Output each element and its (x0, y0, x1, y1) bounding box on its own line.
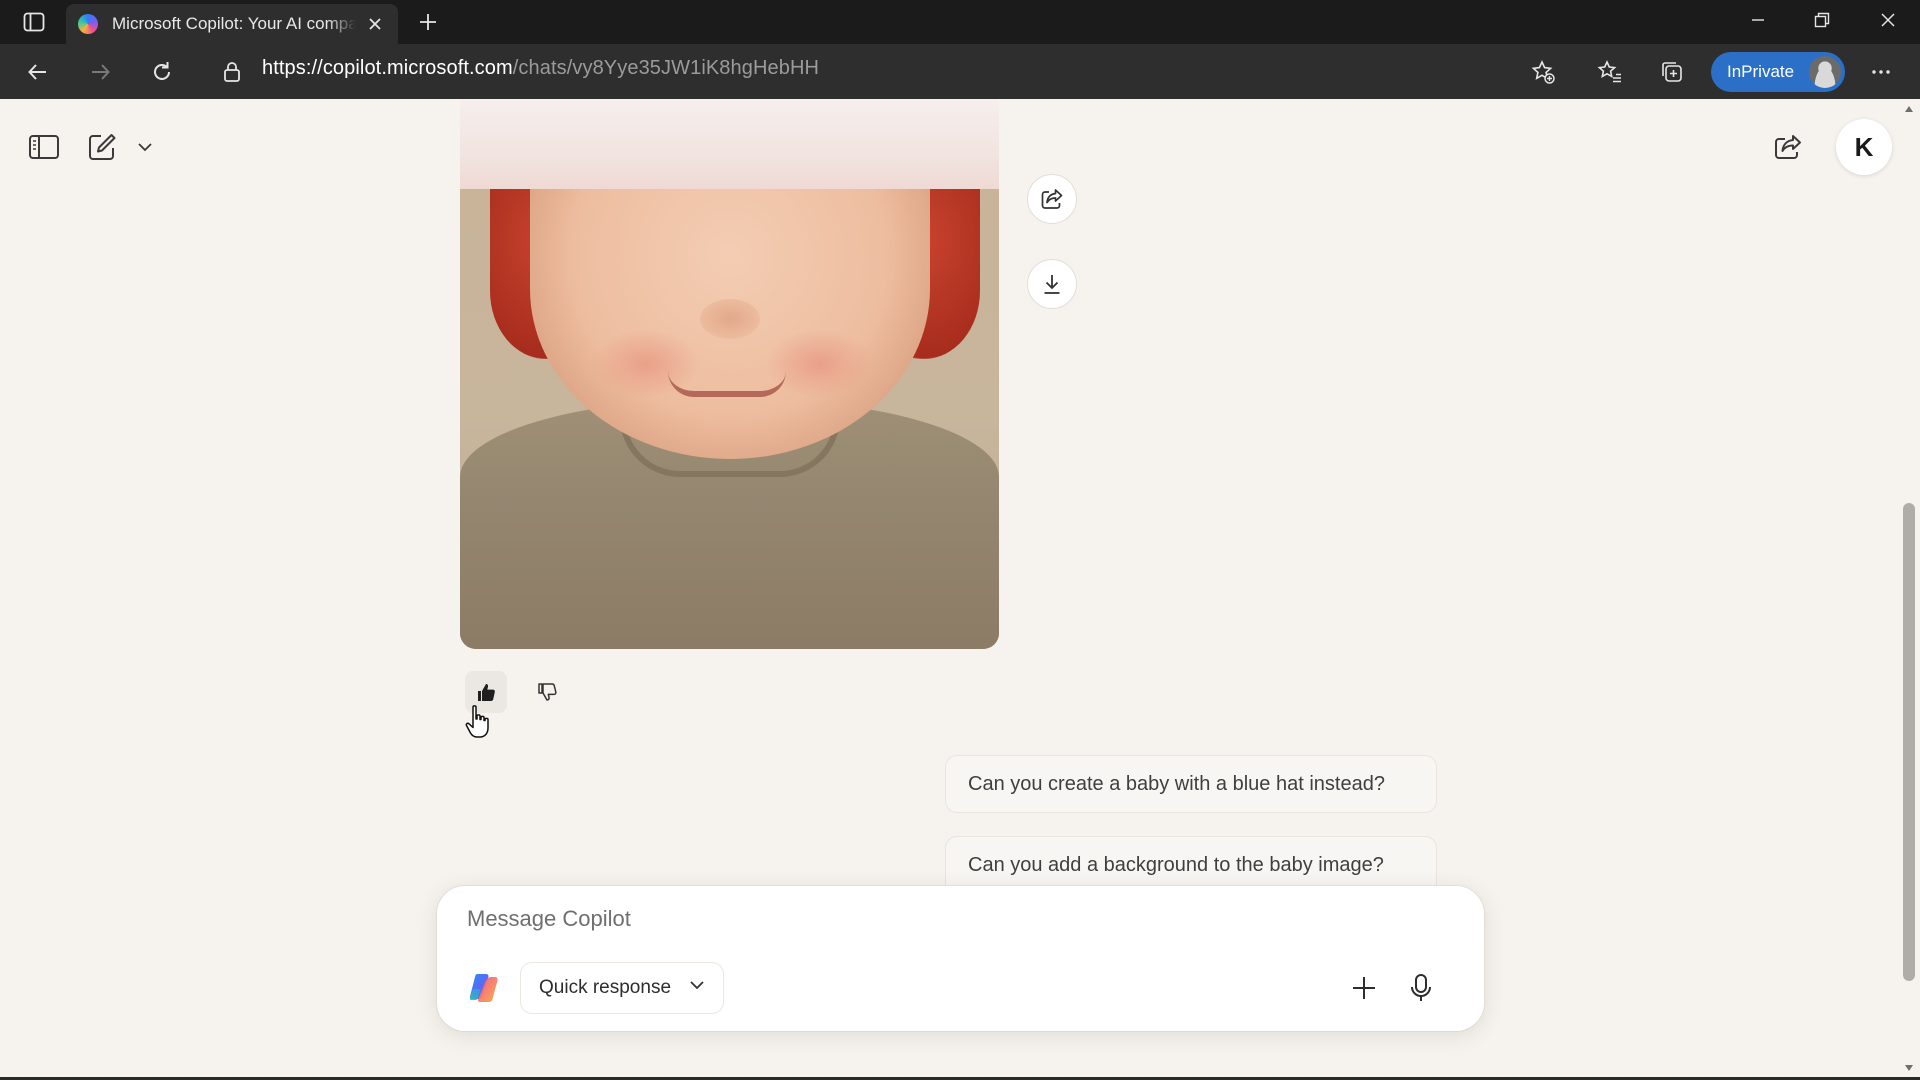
download-image-button[interactable] (1027, 259, 1077, 309)
hand-pointer-cursor-icon (465, 705, 489, 738)
new-tab-button[interactable] (412, 8, 444, 36)
close-icon (369, 18, 381, 30)
sidebar-icon (29, 135, 59, 159)
lock-icon (224, 62, 240, 82)
response-mode-label: Quick response (539, 977, 672, 998)
scroll-down-arrow-icon[interactable] (1904, 1064, 1914, 1072)
scrollbar-thumb[interactable] (1903, 503, 1915, 981)
tab-title: Microsoft Copilot: Your AI companion (112, 14, 356, 33)
collections-button[interactable] (1652, 52, 1692, 92)
copilot-favicon-icon (78, 14, 98, 34)
url-path: /chats/vy8Yye35JW1iK8hgHebHH (512, 57, 820, 79)
image-cheek-right (765, 329, 875, 399)
image-top-fade (460, 99, 999, 189)
arrow-left-icon (28, 64, 46, 80)
user-avatar[interactable]: K (1836, 119, 1892, 175)
scroll-up-arrow-icon[interactable] (1904, 105, 1914, 113)
more-horizontal-icon (1872, 70, 1890, 74)
chevron-down-icon (690, 981, 704, 990)
browser-tab-active[interactable]: Microsoft Copilot: Your AI companion (66, 4, 398, 44)
add-attachment-button[interactable] (1342, 966, 1386, 1010)
refresh-icon (154, 62, 170, 80)
share-conversation-button[interactable] (1766, 125, 1810, 169)
address-bar[interactable]: https://copilot.microsoft.com/chats/vy8Y… (262, 57, 819, 80)
back-button[interactable] (18, 52, 58, 92)
plus-icon (420, 14, 436, 30)
generated-baby-image[interactable] (460, 99, 999, 649)
arrow-right-icon (92, 64, 110, 80)
download-icon (1044, 275, 1060, 294)
profile-avatar-icon (1809, 56, 1841, 88)
site-info-button[interactable] (212, 52, 252, 92)
url-host: https://copilot.microsoft.com (262, 57, 513, 79)
message-composer: Quick response (437, 886, 1484, 1031)
image-smile (668, 371, 786, 397)
minimize-icon (1752, 19, 1764, 21)
compose-icon (89, 134, 116, 160)
thumbs-down-button[interactable] (526, 671, 568, 713)
new-chat-options-button[interactable] (132, 133, 158, 161)
minimize-button[interactable] (1726, 0, 1790, 40)
inprivate-label: InPrivate (1727, 62, 1795, 81)
suggestion-text: Can you create a baby with a blue hat in… (968, 772, 1385, 795)
plus-icon (1353, 977, 1375, 999)
microphone-icon (1411, 974, 1431, 1001)
thumbs-up-icon (478, 684, 495, 701)
collections-icon (1662, 62, 1682, 82)
inprivate-profile-button[interactable]: InPrivate (1711, 52, 1845, 92)
tab-actions-button[interactable] (16, 8, 52, 36)
message-input[interactable] (467, 900, 1167, 938)
copilot-page: K Can you create a baby with a blue hat … (0, 99, 1920, 1080)
restore-icon (1814, 12, 1830, 28)
favorites-button[interactable] (1590, 52, 1630, 92)
suggestion-chip[interactable]: Can you create a baby with a blue hat in… (945, 755, 1437, 813)
chevron-down-icon (138, 143, 152, 152)
share-icon (1041, 189, 1063, 209)
voice-input-button[interactable] (1399, 966, 1443, 1010)
copilot-logo-icon (469, 974, 498, 1002)
share-icon (1775, 135, 1801, 159)
forward-button[interactable] (80, 52, 120, 92)
close-window-button[interactable] (1856, 0, 1920, 40)
refresh-button[interactable] (142, 52, 182, 92)
suggestion-text: Can you add a background to the baby ima… (968, 853, 1384, 876)
browser-toolbar: https://copilot.microsoft.com/chats/vy8Y… (0, 44, 1920, 99)
tab-actions-icon (23, 12, 45, 32)
favorites-icon (1597, 60, 1621, 83)
browser-title-bar: Microsoft Copilot: Your AI companion (0, 0, 1920, 44)
toggle-sidebar-button[interactable] (22, 125, 66, 169)
close-icon (1881, 13, 1895, 27)
share-image-button[interactable] (1027, 174, 1077, 224)
restore-button[interactable] (1790, 0, 1854, 40)
settings-more-button[interactable] (1861, 52, 1901, 92)
new-chat-button[interactable] (80, 125, 124, 169)
add-favorite-button[interactable] (1523, 52, 1563, 92)
thumbs-down-icon (538, 683, 557, 701)
response-mode-select[interactable]: Quick response (520, 962, 724, 1014)
image-nose (700, 299, 760, 339)
star-add-icon (1531, 60, 1555, 84)
tab-close-button[interactable] (364, 13, 386, 35)
